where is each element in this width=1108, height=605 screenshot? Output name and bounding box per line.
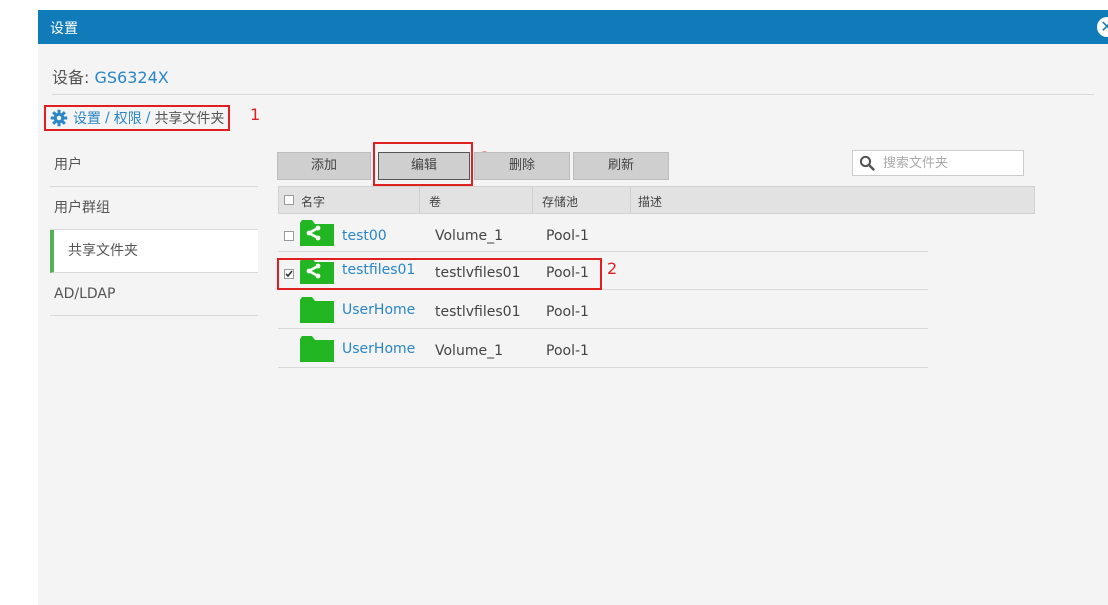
- breadcrumb-current: 共享文件夹: [154, 111, 225, 127]
- column-divider: [532, 187, 533, 213]
- annotation-1: 1: [250, 105, 261, 124]
- folder-icon: [300, 336, 334, 362]
- breadcrumb-settings[interactable]: 设置: [73, 108, 101, 128]
- sidebar-item-label: AD/LDAP: [54, 286, 116, 302]
- folder-name-link[interactable]: test00: [342, 228, 387, 244]
- table-header: 名字 卷 存储池 描述: [278, 186, 1035, 214]
- sidebar-item-label: 用户: [54, 157, 82, 173]
- breadcrumb: 设置 / 权限 / 共享文件夹: [44, 105, 231, 131]
- sidebar-item-ad-ldap[interactable]: AD/LDAP: [50, 273, 258, 316]
- settings-window: 设置 ✕ 设备: GS6324X 设置 / 权限 / 共享文件夹 1 用户 用户…: [38, 10, 1108, 605]
- breadcrumb-permissions[interactable]: 权限: [114, 108, 142, 128]
- column-header-description[interactable]: 描述: [638, 193, 662, 210]
- gear-icon: [50, 109, 68, 127]
- volume-cell: Volume_1: [435, 228, 503, 244]
- window-title: 设置: [50, 21, 78, 37]
- column-header-volume[interactable]: 卷: [429, 193, 441, 210]
- pool-cell: Pool-1: [546, 228, 589, 244]
- refresh-button[interactable]: 刷新: [573, 152, 669, 180]
- delete-button[interactable]: 删除: [474, 152, 570, 180]
- sidebar-item-label: 共享文件夹: [68, 243, 138, 259]
- title-bar: 设置 ✕: [38, 10, 1108, 44]
- folder-name-link[interactable]: UserHome: [342, 302, 415, 318]
- table-row[interactable]: UserHome Volume_1 Pool-1: [278, 330, 928, 368]
- column-header-pool[interactable]: 存储池: [542, 193, 578, 210]
- pool-cell: Pool-1: [546, 304, 589, 320]
- breadcrumb-separator: /: [105, 110, 110, 126]
- column-divider: [419, 187, 420, 213]
- device-info: 设备: GS6324X: [52, 64, 169, 88]
- sidebar: 用户 用户群组 共享文件夹 AD/LDAP: [50, 144, 258, 316]
- table-row[interactable]: test00 Volume_1 Pool-1: [278, 214, 928, 252]
- column-header-name[interactable]: 名字: [301, 193, 325, 210]
- sidebar-item-label: 用户群组: [54, 200, 110, 216]
- volume-cell: testlvfiles01: [435, 304, 521, 320]
- breadcrumb-separator: /: [145, 110, 151, 126]
- annotation-2: 2: [607, 259, 618, 278]
- search-icon: [859, 155, 875, 171]
- sidebar-item-user-groups[interactable]: 用户群组: [50, 187, 258, 230]
- device-label: 设备:: [52, 68, 95, 87]
- volume-cell: Volume_1: [435, 343, 503, 359]
- add-button[interactable]: 添加: [277, 152, 371, 180]
- sidebar-item-users[interactable]: 用户: [50, 144, 258, 187]
- shared-folder-icon: [300, 220, 334, 246]
- device-name: GS6324X: [94, 68, 169, 87]
- table-row[interactable]: UserHome testlvfiles01 Pool-1: [278, 291, 928, 329]
- row-checkbox[interactable]: [284, 231, 294, 241]
- divider: [52, 94, 1094, 95]
- column-divider: [630, 187, 631, 213]
- close-icon[interactable]: ✕: [1097, 17, 1108, 37]
- folder-name-link[interactable]: UserHome: [342, 341, 415, 357]
- row-highlight: [277, 258, 602, 290]
- search-box: [852, 150, 1024, 176]
- search-input[interactable]: [881, 154, 1005, 172]
- edit-button[interactable]: 编辑: [378, 152, 470, 180]
- select-all-checkbox[interactable]: [284, 195, 294, 205]
- folder-icon: [300, 297, 334, 323]
- sidebar-item-shared-folders[interactable]: 共享文件夹: [50, 230, 258, 273]
- pool-cell: Pool-1: [546, 343, 589, 359]
